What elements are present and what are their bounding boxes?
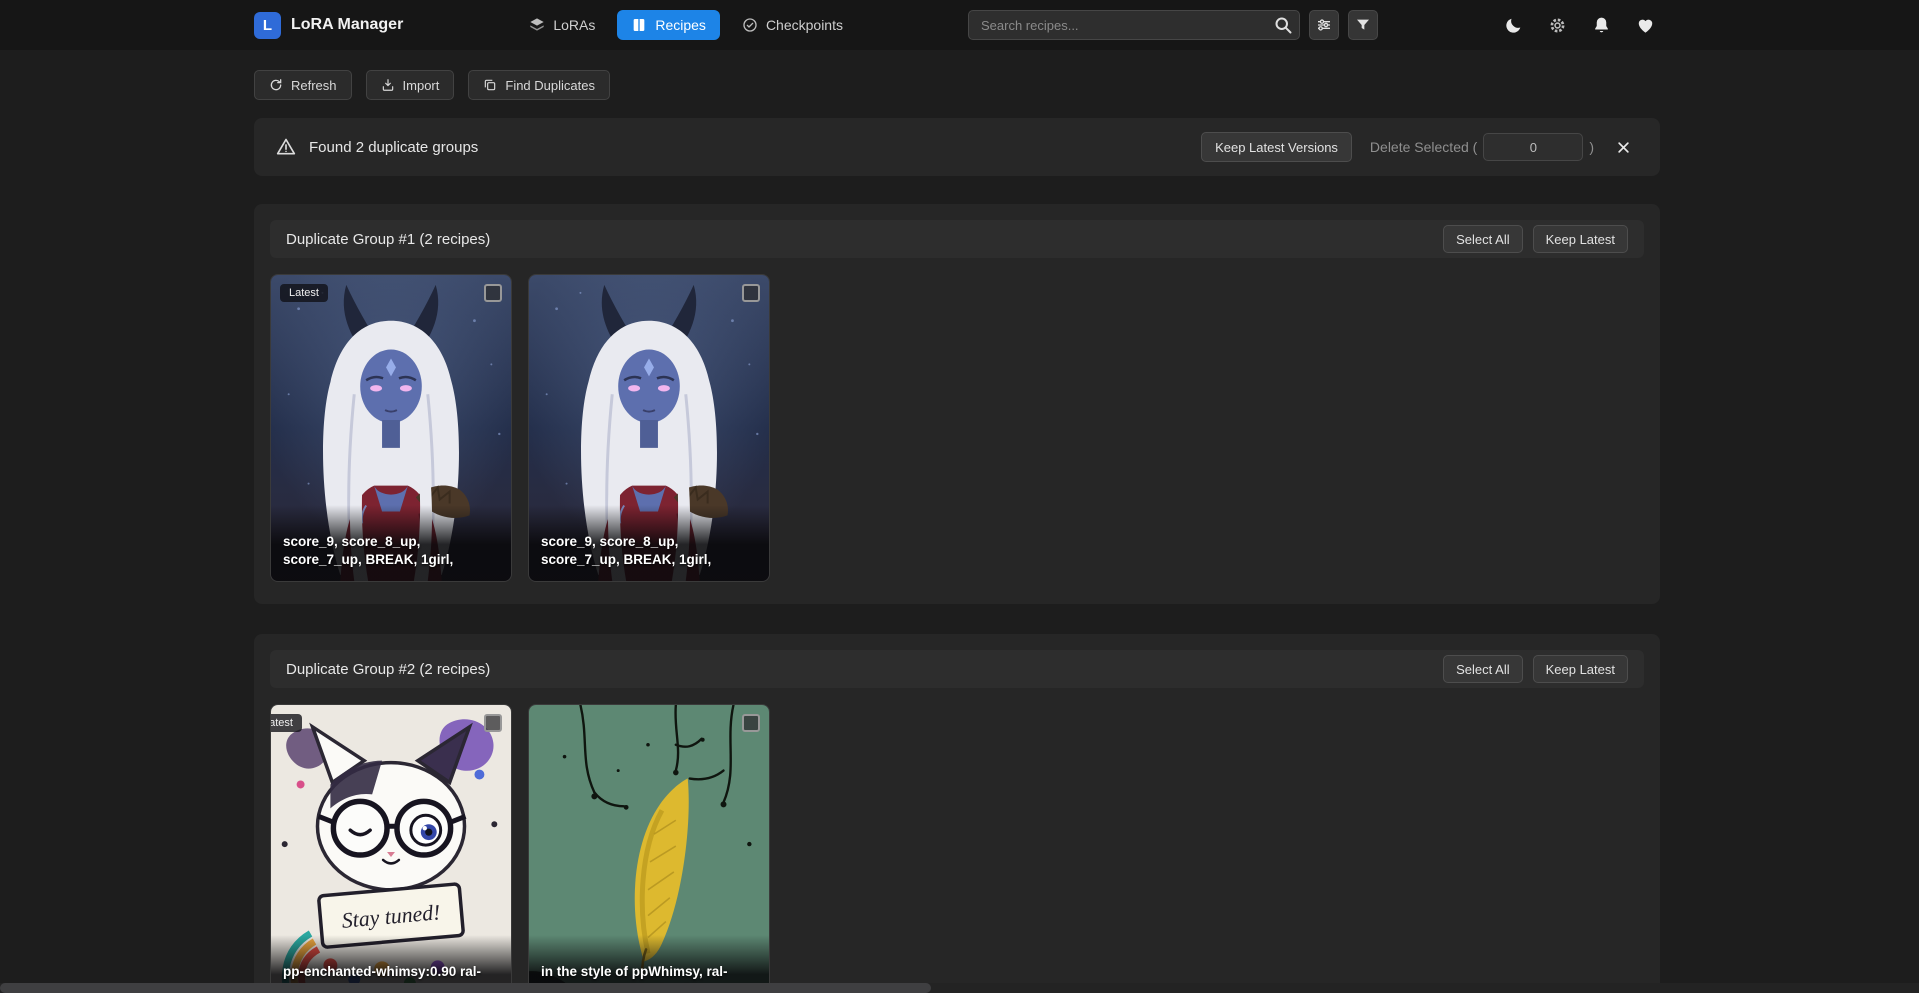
horizontal-scrollbar-thumb[interactable] — [0, 983, 931, 993]
import-button[interactable]: Import — [366, 70, 455, 100]
import-label: Import — [403, 78, 440, 93]
tab-label: Recipes — [655, 17, 706, 33]
search-button[interactable] — [1271, 13, 1295, 37]
banner-message-area: Found 2 duplicate groups — [276, 137, 478, 157]
duplicate-group-panel-1: Duplicate Group #1 (2 recipes) Select Al… — [254, 204, 1660, 604]
duplicate-group-panel-2: Duplicate Group #2 (2 recipes) Select Al… — [254, 634, 1660, 993]
favorites-button[interactable] — [1630, 10, 1660, 40]
group-header: Duplicate Group #2 (2 recipes) Select Al… — [270, 650, 1644, 688]
refresh-label: Refresh — [291, 78, 337, 93]
search-icon — [1273, 15, 1293, 35]
delete-selected-label: Delete Selected ( — [1370, 139, 1477, 155]
main-content: Refresh Import Find Duplicates Found 2 d… — [254, 50, 1660, 993]
banner-message: Found 2 duplicate groups — [309, 139, 478, 156]
select-all-button[interactable]: Select All — [1443, 655, 1522, 683]
tab-label: LoRAs — [553, 17, 595, 33]
logo-icon: L — [254, 12, 281, 39]
duplicates-banner: Found 2 duplicate groups Keep Latest Ver… — [254, 118, 1660, 176]
keep-latest-button[interactable]: Keep Latest — [1533, 655, 1628, 683]
tab-loras[interactable]: LoRAs — [515, 10, 609, 40]
filter-button[interactable] — [1348, 10, 1378, 40]
tab-checkpoints[interactable]: Checkpoints — [728, 10, 857, 40]
recipe-card[interactable]: Stay tuned! Latest pp-enchanted-whimsy:0… — [270, 704, 512, 993]
search-input[interactable] — [968, 10, 1300, 40]
close-banner-button[interactable] — [1612, 134, 1638, 160]
latest-badge: Latest — [280, 284, 328, 302]
tab-label: Checkpoints — [766, 17, 843, 33]
card-row: Stay tuned! Latest pp-enchanted-whimsy:0… — [270, 704, 1644, 993]
banner-actions: Keep Latest Versions Delete Selected ( ) — [1201, 132, 1638, 162]
import-icon — [381, 78, 395, 92]
latest-badge: Latest — [270, 714, 302, 732]
card-row: Latest score_9, score_8_up, score_7_up, … — [270, 274, 1644, 582]
search-area — [968, 10, 1378, 40]
moon-icon — [1504, 16, 1523, 35]
search-box — [968, 10, 1300, 40]
close-icon — [1616, 140, 1631, 155]
group-header: Duplicate Group #1 (2 recipes) Select Al… — [270, 220, 1644, 258]
horizontal-scrollbar-track[interactable] — [0, 983, 1919, 993]
card-checkbox[interactable] — [484, 714, 502, 732]
check-circle-icon — [742, 17, 758, 33]
group-title: Duplicate Group #1 (2 recipes) — [286, 231, 490, 248]
book-icon — [631, 17, 647, 33]
navbar-inner: L LoRA Manager LoRAs Recipes Checkpoints — [254, 0, 1660, 50]
group-actions: Select All Keep Latest — [1443, 225, 1628, 253]
bell-icon — [1592, 16, 1611, 35]
delete-selected-control: Delete Selected ( ) — [1370, 133, 1594, 161]
group-title: Duplicate Group #2 (2 recipes) — [286, 661, 490, 678]
sliders-icon — [1316, 17, 1332, 33]
view-options-button[interactable] — [1309, 10, 1339, 40]
card-checkbox[interactable] — [742, 714, 760, 732]
app-title: LoRA Manager — [291, 16, 403, 34]
theme-toggle-button[interactable] — [1498, 10, 1528, 40]
recipe-caption: score_9, score_8_up, score_7_up, BREAK, … — [529, 505, 769, 581]
card-checkbox[interactable] — [484, 284, 502, 302]
delete-selected-suffix: ) — [1589, 139, 1594, 155]
recipe-card[interactable]: in the style of ppWhimsy, ral-frctlgmtry… — [528, 704, 770, 993]
navbar-actions — [1498, 10, 1660, 40]
keep-latest-versions-button[interactable]: Keep Latest Versions — [1201, 132, 1352, 162]
refresh-button[interactable]: Refresh — [254, 70, 352, 100]
recipe-card[interactable]: Latest score_9, score_8_up, score_7_up, … — [270, 274, 512, 582]
group-actions: Select All Keep Latest — [1443, 655, 1628, 683]
warning-icon — [276, 137, 296, 157]
gear-icon — [1548, 16, 1567, 35]
recipe-caption: score_9, score_8_up, score_7_up, BREAK, … — [271, 505, 511, 581]
duplicates-icon — [483, 78, 497, 92]
heart-icon — [1636, 16, 1655, 35]
app-logo[interactable]: L LoRA Manager — [254, 12, 403, 39]
main-tabs: LoRAs Recipes Checkpoints — [515, 10, 857, 40]
settings-button[interactable] — [1542, 10, 1572, 40]
tab-recipes[interactable]: Recipes — [617, 10, 720, 40]
notifications-button[interactable] — [1586, 10, 1616, 40]
toolbar: Refresh Import Find Duplicates — [254, 70, 1660, 100]
find-duplicates-button[interactable]: Find Duplicates — [468, 70, 610, 100]
keep-latest-button[interactable]: Keep Latest — [1533, 225, 1628, 253]
card-checkbox[interactable] — [742, 284, 760, 302]
recipe-card[interactable]: score_9, score_8_up, score_7_up, BREAK, … — [528, 274, 770, 582]
layers-icon — [529, 17, 545, 33]
navbar: L LoRA Manager LoRAs Recipes Checkpoints — [0, 0, 1919, 50]
refresh-icon — [269, 78, 283, 92]
filter-icon — [1355, 17, 1371, 33]
delete-count-input[interactable] — [1483, 133, 1583, 161]
select-all-button[interactable]: Select All — [1443, 225, 1522, 253]
find-duplicates-label: Find Duplicates — [505, 78, 595, 93]
